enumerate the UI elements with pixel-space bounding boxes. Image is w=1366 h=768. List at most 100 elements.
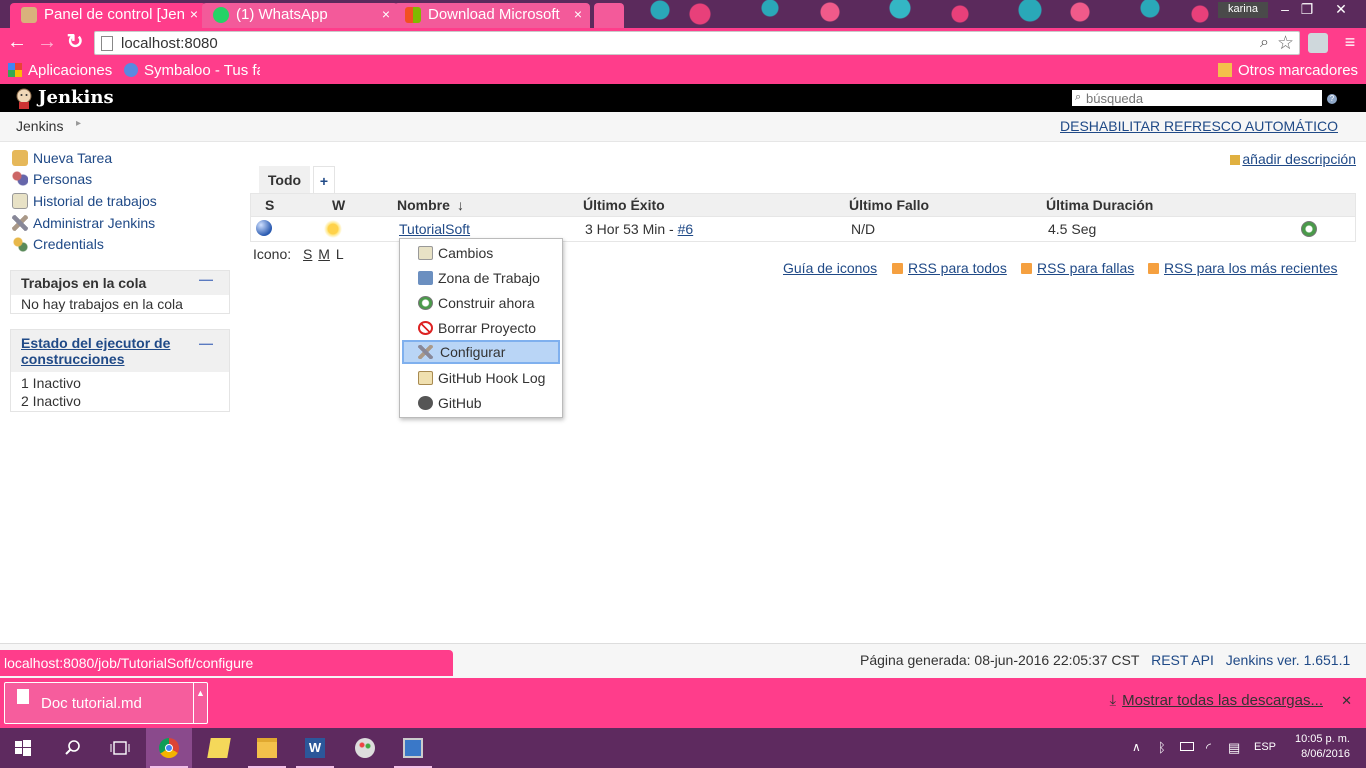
breadcrumb-jenkins[interactable]: Jenkins bbox=[16, 118, 63, 134]
taskbar-file-explorer[interactable] bbox=[244, 728, 290, 768]
close-tab-icon[interactable]: × bbox=[190, 3, 198, 26]
icon-legend-link[interactable]: Guía de iconos bbox=[783, 260, 877, 276]
close-tab-icon[interactable]: × bbox=[382, 3, 390, 26]
task-people[interactable]: Personas bbox=[12, 171, 92, 187]
column-last-duration[interactable]: Última Duración bbox=[1046, 197, 1153, 213]
column-status[interactable]: S bbox=[265, 197, 274, 213]
system-clock[interactable]: 10:05 p. m. 8/06/2016 bbox=[1295, 732, 1350, 762]
build-number-link[interactable]: #6 bbox=[678, 221, 694, 237]
collapse-icon[interactable]: — bbox=[199, 271, 213, 287]
collapse-icon[interactable]: — bbox=[199, 335, 213, 351]
menu-item-build-now[interactable]: Construir ahora bbox=[402, 291, 560, 315]
task-credentials[interactable]: Credentials bbox=[12, 236, 104, 252]
close-downloads-icon[interactable]: ✕ bbox=[1341, 693, 1352, 709]
task-view-button[interactable] bbox=[97, 728, 143, 768]
address-bar[interactable]: ⌕ ☆ bbox=[94, 31, 1300, 55]
language-indicator[interactable]: ESP bbox=[1254, 741, 1276, 753]
menu-item-configure[interactable]: Configurar bbox=[402, 340, 560, 364]
battery-icon[interactable] bbox=[1180, 742, 1194, 751]
menu-item-github-hook-log[interactable]: GitHub Hook Log bbox=[402, 366, 560, 390]
column-name[interactable]: Nombre bbox=[397, 197, 450, 213]
task-build-history[interactable]: Historial de trabajos bbox=[12, 193, 157, 209]
downloads-shelf: Doc tutorial.md ▲ ⤓ Mostrar todas las des… bbox=[0, 678, 1366, 728]
tab-microsoft[interactable]: Download Microsoft × bbox=[394, 3, 590, 28]
rss-latest-link[interactable]: RSS para los más recientes bbox=[1148, 260, 1338, 276]
start-button[interactable] bbox=[0, 728, 46, 768]
download-options-icon[interactable]: ▲ bbox=[193, 683, 207, 723]
sort-arrow-icon[interactable]: ↓ bbox=[457, 197, 464, 213]
schedule-build-icon[interactable] bbox=[1301, 221, 1317, 237]
add-description-label: añadir descripción bbox=[1242, 151, 1356, 167]
close-window-button[interactable]: ✕ bbox=[1326, 0, 1356, 20]
bookmark-star-icon[interactable]: ☆ bbox=[1277, 32, 1294, 55]
icon-size-medium[interactable]: M bbox=[318, 246, 330, 262]
menu-item-label: GitHub bbox=[438, 395, 482, 411]
new-tab-button[interactable] bbox=[594, 3, 624, 28]
file-explorer-icon bbox=[257, 738, 277, 758]
notifications-icon[interactable]: ▤ bbox=[1228, 740, 1240, 756]
show-all-downloads-link[interactable]: ⤓ Mostrar todas las descargas... bbox=[1109, 692, 1323, 709]
download-item[interactable]: Doc tutorial.md ▲ bbox=[4, 682, 208, 724]
jenkins-logo-icon[interactable] bbox=[14, 87, 34, 109]
rss-all-link[interactable]: RSS para todos bbox=[892, 260, 1007, 276]
taskbar-word[interactable]: W bbox=[292, 728, 338, 768]
extension-icon[interactable] bbox=[1308, 33, 1328, 53]
tab-jenkins[interactable]: Panel de control [Jen × bbox=[10, 3, 206, 28]
menu-item-label: Borrar Proyecto bbox=[438, 320, 537, 336]
add-description-link[interactable]: añadir descripción bbox=[1230, 151, 1356, 167]
search-box[interactable]: ⌕ bbox=[1072, 90, 1322, 106]
rest-api-link[interactable]: REST API bbox=[1151, 652, 1214, 668]
user-badge[interactable]: karina bbox=[1218, 2, 1268, 18]
bookmark-symbaloo[interactable]: Symbaloo - Tus fa bbox=[124, 61, 260, 81]
add-view-button[interactable]: + bbox=[313, 166, 335, 194]
jenkins-title[interactable]: Jenkins bbox=[38, 87, 114, 109]
url-input[interactable] bbox=[119, 33, 1219, 53]
close-tab-icon[interactable]: × bbox=[574, 3, 582, 26]
disable-auto-refresh-link[interactable]: DESHABILITAR REFRESCO AUTOMÁTICO bbox=[1060, 118, 1338, 134]
bookmark-other[interactable]: Otros marcadores bbox=[1218, 61, 1358, 81]
rss-failures-link[interactable]: RSS para fallas bbox=[1021, 260, 1134, 276]
column-last-failure[interactable]: Último Fallo bbox=[849, 197, 929, 213]
menu-item-github[interactable]: GitHub bbox=[402, 391, 560, 415]
back-icon[interactable]: ← bbox=[6, 32, 28, 54]
tray-chevron-icon[interactable]: ∧ bbox=[1132, 740, 1141, 754]
executors-link[interactable]: Estado del ejecutor de construcciones bbox=[21, 335, 191, 367]
taskbar-paint[interactable] bbox=[342, 728, 388, 768]
taskbar-remote-desktop[interactable] bbox=[390, 728, 436, 768]
wifi-icon[interactable]: ◜ bbox=[1206, 740, 1211, 756]
bluetooth-icon[interactable]: ᛒ bbox=[1158, 740, 1166, 755]
zoom-icon[interactable]: ⌕ bbox=[1260, 34, 1269, 52]
job-context-menu: Cambios Zona de Trabajo Construir ahora … bbox=[399, 238, 563, 418]
taskbar-chrome[interactable] bbox=[146, 728, 192, 768]
task-view-icon bbox=[110, 741, 130, 755]
menu-item-changes[interactable]: Cambios bbox=[402, 241, 560, 265]
task-new-job[interactable]: Nueva Tarea bbox=[12, 150, 112, 166]
bookmark-apps[interactable]: Aplicaciones bbox=[8, 61, 112, 81]
job-name-link[interactable]: TutorialSoft bbox=[399, 221, 470, 237]
restore-button[interactable]: ❐ bbox=[1292, 0, 1322, 20]
credentials-icon bbox=[12, 236, 28, 252]
tab-whatsapp[interactable]: (1) WhatsApp × bbox=[202, 3, 398, 28]
forward-icon[interactable]: → bbox=[36, 32, 58, 54]
symbaloo-icon bbox=[124, 63, 138, 77]
task-manage-jenkins[interactable]: Administrar Jenkins bbox=[12, 215, 155, 231]
help-icon[interactable]: ? bbox=[1327, 94, 1337, 104]
taskbar-sticky-notes[interactable] bbox=[196, 728, 242, 768]
jenkins-version-link[interactable]: Jenkins ver. 1.651.1 bbox=[1226, 652, 1351, 668]
rss-icon bbox=[1148, 263, 1159, 274]
column-weather[interactable]: W bbox=[332, 197, 345, 213]
search-button[interactable] bbox=[50, 728, 96, 768]
last-duration-cell: 4.5 Seg bbox=[1048, 221, 1097, 237]
menu-item-workspace[interactable]: Zona de Trabajo bbox=[402, 266, 560, 290]
page-icon bbox=[101, 36, 113, 51]
tab-all[interactable]: Todo bbox=[259, 166, 310, 194]
menu-icon[interactable]: ≡ bbox=[1340, 33, 1360, 53]
column-last-success[interactable]: Último Éxito bbox=[583, 197, 665, 213]
search-input[interactable] bbox=[1086, 90, 1316, 106]
icon-size-small[interactable]: S bbox=[303, 246, 312, 262]
menu-item-delete-project[interactable]: Borrar Proyecto bbox=[402, 316, 560, 340]
breadcrumb-arrow-icon[interactable]: ▸ bbox=[76, 118, 81, 129]
reload-icon[interactable]: ↻ bbox=[64, 32, 86, 54]
tab-label: Panel de control [Jen bbox=[44, 6, 184, 23]
search-icon bbox=[65, 740, 80, 755]
